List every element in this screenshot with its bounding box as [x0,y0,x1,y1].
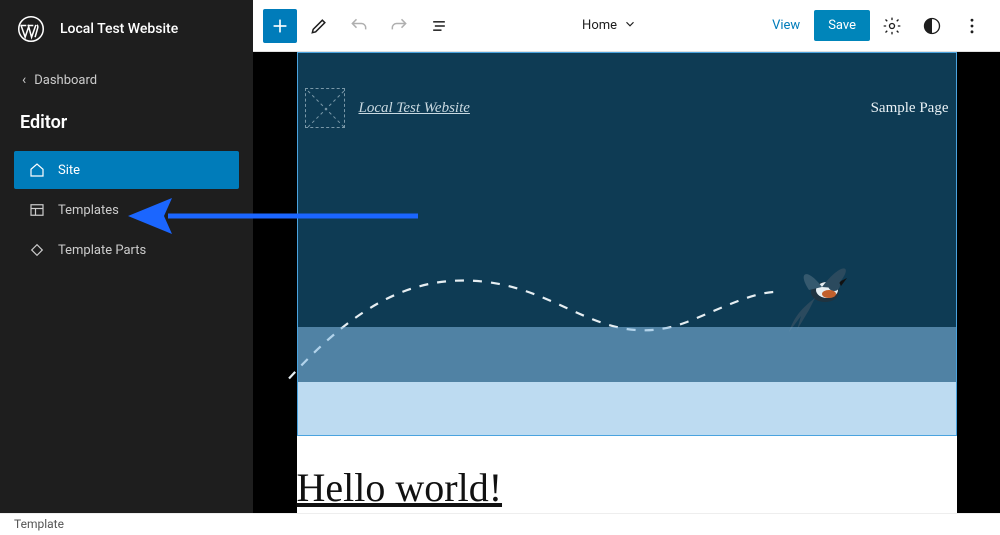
chevron-left-icon: ‹ [22,72,26,88]
styles-button[interactable] [914,8,950,44]
sidebar-item-label: Templates [58,203,119,218]
hero-illustration [287,192,947,392]
sidebar-item-label: Site [58,163,80,178]
diamond-icon [28,241,46,259]
sidebar-item-templates[interactable]: Templates [14,191,239,229]
save-button[interactable]: Save [814,10,870,41]
breadcrumb[interactable]: Template [14,517,64,531]
sidebar-item-label: Template Parts [58,243,146,258]
sidebar-section-title: Editor [0,100,253,151]
site-name: Local Test Website [60,21,178,37]
toolbar-left [263,8,457,44]
wordpress-logo-icon[interactable] [16,14,46,44]
page-frame[interactable]: Local Test Website Sample Page [297,52,957,513]
back-label: Dashboard [34,73,97,88]
post-title[interactable]: Hello world! [297,382,957,511]
list-view-button[interactable] [421,8,457,44]
editor-canvas[interactable]: Local Test Website Sample Page [253,52,1000,513]
chevron-down-icon [623,17,637,35]
editor-toolbar: Home View Save [253,0,1000,52]
site-logo-placeholder[interactable] [305,88,345,128]
sidebar-nav: Site Templates Template Parts [0,151,253,271]
toolbar-right: View Save [762,8,990,44]
status-bar: Template [0,513,1000,535]
template-label: Home [582,18,617,33]
back-to-dashboard[interactable]: ‹ Dashboard [0,58,253,100]
hero-block[interactable]: Local Test Website Sample Page [297,52,957,382]
add-block-button[interactable] [263,9,297,43]
layout-icon [28,201,46,219]
site-title-link[interactable]: Local Test Website [359,100,470,117]
redo-button[interactable] [381,8,417,44]
editor-sidebar: Local Test Website ‹ Dashboard Editor Si… [0,0,253,513]
sidebar-item-site[interactable]: Site [14,151,239,189]
sidebar-item-template-parts[interactable]: Template Parts [14,231,239,269]
sidebar-header: Local Test Website [0,0,253,58]
nav-page-link[interactable]: Sample Page [871,100,949,117]
home-icon [28,161,46,179]
edit-tool-button[interactable] [301,8,337,44]
view-link[interactable]: View [762,10,810,41]
template-selector[interactable]: Home [457,17,762,35]
more-options-button[interactable] [954,8,990,44]
hero-header: Local Test Website Sample Page [297,52,957,128]
settings-button[interactable] [874,8,910,44]
editor-area: Home View Save [253,0,1000,513]
undo-button[interactable] [341,8,377,44]
